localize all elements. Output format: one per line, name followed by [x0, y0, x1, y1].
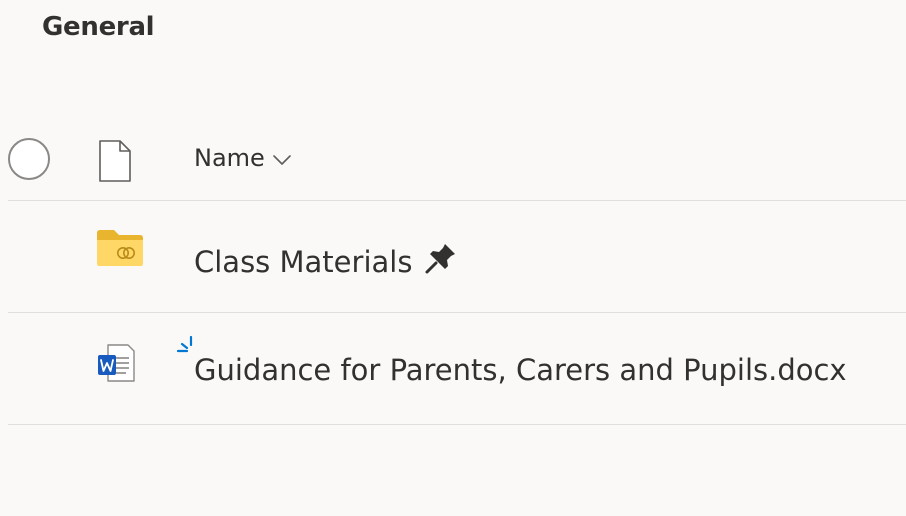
item-name-link[interactable]: Guidance for Parents, Carers and Pupils.…: [194, 353, 847, 387]
select-all-checkbox[interactable]: [8, 138, 50, 180]
chevron-down-icon: [273, 144, 291, 172]
list-item[interactable]: Class Materials: [8, 201, 906, 313]
item-name-text: Class Materials: [194, 244, 413, 279]
item-name-link[interactable]: Class Materials: [194, 241, 458, 282]
shared-folder-icon: [96, 229, 144, 271]
list-header: Name: [8, 100, 906, 201]
section-title: General: [42, 12, 155, 42]
name-column-label: Name: [194, 144, 265, 172]
name-column-header[interactable]: Name: [194, 142, 291, 174]
list-item[interactable]: Guidance for Parents, Carers and Pupils.…: [8, 313, 906, 425]
pin-icon: [424, 241, 458, 282]
word-document-icon: [96, 341, 136, 389]
section-header: General: [0, 0, 906, 60]
document-icon[interactable]: [98, 140, 132, 186]
file-list: Name Class Materials Guidance for Parent…: [8, 100, 906, 425]
item-name-text: Guidance for Parents, Carers and Pupils.…: [194, 353, 847, 387]
